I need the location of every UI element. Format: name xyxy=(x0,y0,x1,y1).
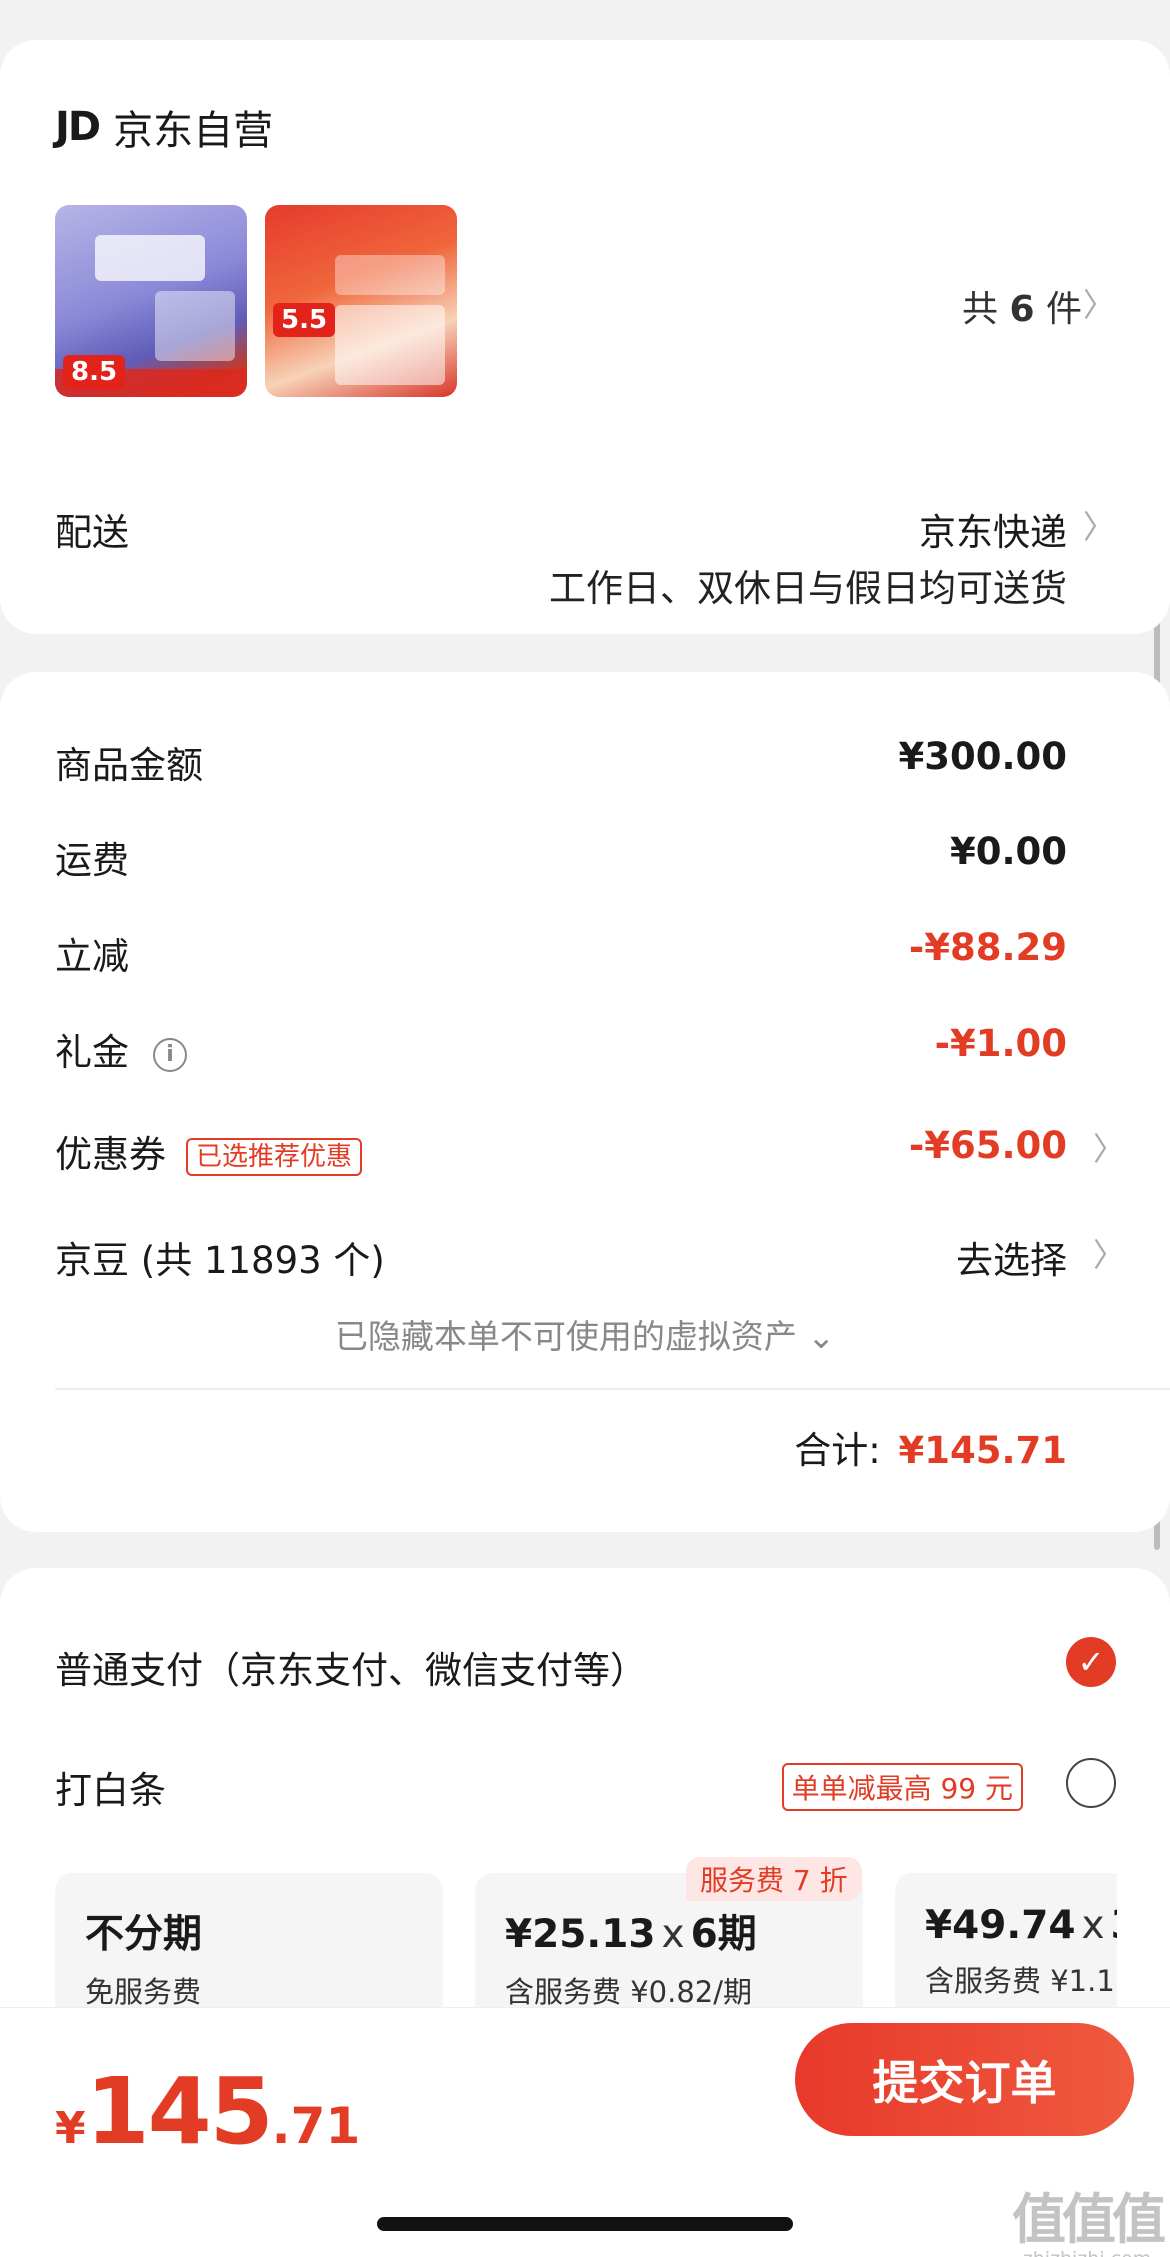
price-summary-card xyxy=(0,672,1170,1532)
hidden-assets-text: 已隐藏本单不可使用的虚拟资产 xyxy=(334,1317,797,1356)
product-image-detail xyxy=(155,291,235,361)
total-label: 合计: xyxy=(794,1429,881,1472)
installment-plan[interactable]: 不分期 免服务费 xyxy=(55,1873,443,2013)
submit-order-button[interactable]: 提交订单 xyxy=(795,2023,1134,2136)
footer-price: ¥145.71 xyxy=(55,2058,360,2165)
price-decimal: .71 xyxy=(271,2097,361,2155)
summary-label: 运费 xyxy=(55,839,129,882)
store-card: JD 京东自营 8.5 5.5 共 6 件 〉 配送 京东快递 〉 工作日、双休… xyxy=(0,40,1170,634)
plan-title: ¥49.74x3 xyxy=(925,1903,1117,1948)
discount-badge: 5.5 xyxy=(273,303,336,337)
normal-payment-option[interactable]: 普通支付（京东支付、微信支付等） xyxy=(55,1640,647,1694)
radio-unselected-icon[interactable] xyxy=(1066,1758,1116,1808)
item-count[interactable]: 共 6 件 xyxy=(962,280,1082,332)
summary-label: 京豆 (共 11893 个) xyxy=(55,1239,385,1282)
total-value: ¥145.71 xyxy=(898,1429,1067,1472)
chevron-right-icon[interactable]: 〉 xyxy=(1093,1124,1125,1170)
hidden-assets-toggle[interactable]: 已隐藏本单不可使用的虚拟资产 ⌄ xyxy=(0,1310,1170,1358)
baitiao-payment-option[interactable]: 打白条 xyxy=(55,1760,166,1814)
watermark-text: 值值值 xyxy=(1012,2188,1166,2251)
product-thumbnail[interactable]: 5.5 xyxy=(265,205,457,397)
chevron-right-icon[interactable]: 〉 xyxy=(1083,502,1115,548)
divider xyxy=(55,1388,1170,1390)
chevron-down-icon: ⌄ xyxy=(807,1317,836,1356)
product-image-detail xyxy=(95,235,205,281)
delivery-method[interactable]: 京东快递 xyxy=(919,502,1067,556)
plan-sub: 含服务费 ¥1.17 xyxy=(925,1964,1117,1998)
summary-label: 商品金额 xyxy=(55,744,203,787)
item-count-value: 6 xyxy=(1009,289,1035,330)
delivery-label: 配送 xyxy=(55,511,129,554)
summary-value: -¥88.29 xyxy=(908,926,1067,969)
watermark: 值值值 zhizhizhi.com xyxy=(1012,2175,1166,2257)
price-integer: 145 xyxy=(85,2058,274,2165)
product-thumbnail[interactable]: 8.5 xyxy=(55,205,247,397)
plan-term: 6期 xyxy=(690,1912,757,1957)
item-count-suffix: 件 xyxy=(1045,289,1082,330)
plan-times: x xyxy=(1081,1903,1105,1948)
summary-label: 优惠券 xyxy=(55,1133,166,1176)
plan-sub: 含服务费 ¥0.82/期 xyxy=(505,1975,753,2009)
item-count-prefix: 共 xyxy=(962,289,999,330)
plan-term: 3 xyxy=(1111,1903,1117,1948)
info-icon[interactable]: i xyxy=(153,1037,187,1072)
plan-title: 不分期 xyxy=(85,1912,203,1957)
delivery-note: 工作日、双休日与假日均可送货 xyxy=(549,567,1067,610)
price-currency: ¥ xyxy=(55,2103,86,2154)
jingdou-select[interactable]: 去选择 xyxy=(956,1230,1067,1284)
coupon-status-chip: 已选推荐优惠 xyxy=(186,1137,363,1176)
product-image-detail xyxy=(335,255,445,295)
plan-title: ¥25.13 x 6期 xyxy=(505,1903,863,1959)
jd-logo: JD xyxy=(55,104,101,150)
baitiao-promo-chip: 单单减最高 99 元 xyxy=(781,1763,1023,1811)
plan-amount: ¥49.74 xyxy=(925,1903,1076,1948)
plan-amount: ¥25.13 xyxy=(505,1912,656,1957)
chevron-right-icon[interactable]: 〉 xyxy=(1083,280,1115,326)
summary-value: ¥300.00 xyxy=(898,735,1067,778)
summary-value: -¥65.00 xyxy=(908,1124,1067,1167)
check-selected-icon[interactable]: ✓ xyxy=(1066,1637,1116,1687)
home-indicator[interactable] xyxy=(377,2217,793,2231)
plan-discount-badge: 服务费 7 折 xyxy=(686,1857,862,1901)
order-total: 合计: ¥145.71 xyxy=(794,1420,1067,1474)
plan-times: x xyxy=(661,1912,685,1957)
summary-label: 立减 xyxy=(55,935,129,978)
store-header[interactable]: JD 京东自营 xyxy=(55,98,273,156)
summary-value: ¥0.00 xyxy=(949,830,1067,873)
store-name: 京东自营 xyxy=(113,108,274,154)
coupon-label-group: 优惠券 已选推荐优惠 xyxy=(55,1124,363,1178)
installment-plan[interactable]: ¥49.74x3 含服务费 ¥1.17 xyxy=(895,1873,1117,2013)
watermark-url: zhizhizhi.com xyxy=(1012,2248,1162,2257)
plan-sub: 免服务费 xyxy=(85,1975,202,2009)
summary-value: -¥1.00 xyxy=(934,1022,1067,1065)
summary-label: 礼金 xyxy=(55,1031,129,1074)
summary-label-with-info: 礼金 i xyxy=(55,1022,187,1076)
chevron-right-icon[interactable]: 〉 xyxy=(1093,1230,1125,1276)
discount-badge: 8.5 xyxy=(63,355,126,389)
installment-plans[interactable]: 不分期 免服务费 ¥25.13x6期 含服务费 ¥0.82/期 ¥49.74x3… xyxy=(55,1873,1117,2013)
product-image-detail xyxy=(335,305,445,385)
